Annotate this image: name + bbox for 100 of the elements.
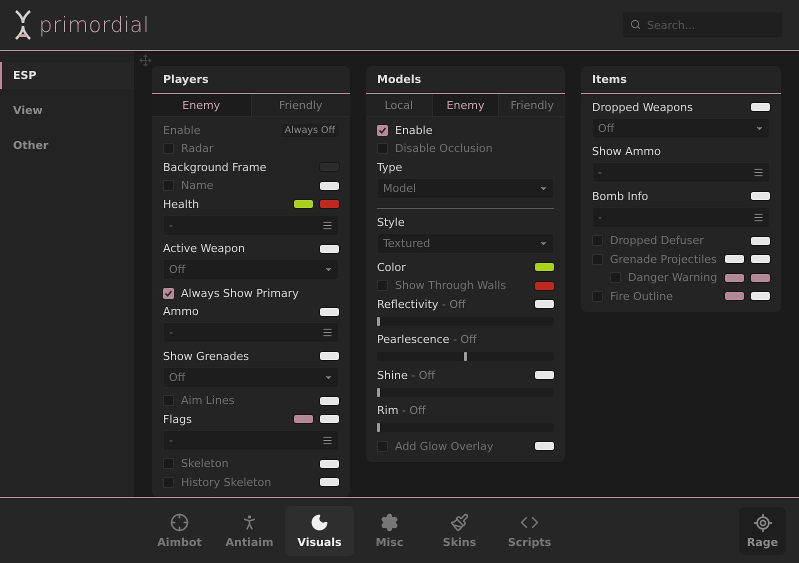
slider-label: Pearlescence - Off	[377, 333, 477, 346]
multi-select[interactable]: -	[163, 322, 339, 343]
checkbox-label: Dropped Defuser	[610, 234, 704, 248]
dropdown[interactable]: Off	[163, 366, 339, 388]
multi-select[interactable]: -	[163, 430, 339, 450]
list-icon	[322, 220, 333, 230]
nav-tab[interactable]: Aimbot	[145, 506, 214, 556]
color-swatch[interactable]	[294, 415, 313, 424]
slider-thumb[interactable]	[464, 352, 467, 361]
checkbox-label: Skeleton	[181, 457, 229, 470]
checkbox-label: Enable	[395, 124, 432, 137]
multi-select[interactable]: -	[592, 206, 770, 228]
sidebar-item[interactable]: View	[0, 97, 134, 124]
moon-icon	[310, 512, 329, 532]
checkbox-label: Always Show Primary	[181, 286, 299, 300]
color-swatch[interactable]	[320, 182, 339, 190]
list-icon	[322, 434, 333, 446]
nav-tab[interactable]: Scripts	[495, 506, 564, 556]
row-label: Active Weapon	[163, 242, 245, 256]
caret-icon	[324, 265, 333, 274]
row-label: Bomb Info	[592, 190, 648, 203]
color-swatch[interactable]	[725, 255, 744, 264]
row-label: Enable	[163, 124, 200, 137]
keybind-badge[interactable]: Always Off	[280, 124, 339, 137]
row-label: Health	[163, 198, 200, 211]
color-swatch[interactable]	[320, 308, 339, 316]
color-swatch[interactable]	[294, 200, 313, 208]
color-swatch[interactable]	[751, 103, 770, 112]
row-label: Show Ammo	[592, 145, 661, 158]
list-icon	[322, 327, 333, 338]
color-swatch[interactable]	[535, 263, 554, 272]
checkbox-label: History Skeleton	[181, 476, 272, 489]
checkbox-label: Radar	[181, 142, 214, 156]
color-swatch[interactable]	[320, 200, 339, 208]
slider-track[interactable]	[377, 388, 554, 396]
sidebar-item[interactable]: Other	[0, 132, 134, 159]
multi-select[interactable]: -	[592, 162, 770, 183]
multi-select[interactable]: -	[163, 214, 339, 236]
checkbox-label: Grenade Projectiles	[610, 252, 717, 266]
color-swatch[interactable]	[320, 460, 339, 468]
row-label: Ammo	[163, 305, 199, 318]
nav-tab[interactable]: Misc	[355, 506, 424, 556]
checkbox-label: Disable Occlusion	[395, 142, 493, 156]
row-label: Type	[377, 160, 402, 174]
color-swatch[interactable]	[535, 300, 554, 308]
color-swatch[interactable]	[535, 371, 554, 380]
checkbox[interactable]	[163, 288, 174, 299]
crosshair-icon	[170, 512, 189, 532]
slider-track[interactable]	[377, 352, 554, 361]
checkbox-label: Fire Outline	[610, 290, 673, 303]
color-swatch[interactable]	[751, 236, 770, 245]
slider-thumb[interactable]	[377, 423, 380, 432]
checkbox-label: Aim Lines	[181, 394, 234, 408]
color-swatch[interactable]	[725, 274, 744, 282]
color-swatch[interactable]	[320, 244, 339, 253]
row-label: Flags	[163, 412, 192, 426]
row-label: Show Grenades	[163, 350, 249, 363]
crosshair-icon	[752, 512, 772, 532]
nav-tab[interactable]: Visuals	[285, 506, 354, 556]
checkbox[interactable]	[377, 124, 388, 136]
nav-tab[interactable]: Skins	[425, 506, 494, 556]
dropdown[interactable]: Off	[592, 118, 770, 138]
color-swatch[interactable]	[320, 396, 339, 405]
checkbox-label: Add Glow Overlay	[395, 440, 494, 453]
list-icon	[753, 167, 764, 178]
color-swatch[interactable]	[535, 442, 554, 450]
list-icon	[753, 212, 764, 222]
slider-track[interactable]	[377, 423, 554, 432]
slider-thumb[interactable]	[377, 388, 380, 396]
color-swatch[interactable]	[751, 255, 770, 264]
row-label: Background Frame	[163, 160, 266, 174]
color-swatch[interactable]	[751, 192, 770, 200]
color-swatch[interactable]	[535, 282, 554, 290]
tab[interactable]: Enemy	[432, 94, 500, 116]
brush-icon	[450, 512, 469, 532]
color-swatch[interactable]	[320, 478, 339, 486]
dropdown[interactable]: Model	[377, 178, 554, 198]
nav-tab[interactable]: Antiaim	[215, 506, 284, 556]
row-label: Style	[377, 216, 405, 230]
slider-track[interactable]	[377, 316, 554, 326]
slider-thumb[interactable]	[377, 316, 380, 326]
slider-label: Rim - Off	[377, 404, 426, 418]
search-icon	[630, 19, 641, 30]
dropdown[interactable]: Textured	[377, 233, 554, 254]
slider-label: Reflectivity - Off	[377, 298, 466, 311]
color-swatch[interactable]	[725, 292, 744, 300]
color-swatch[interactable]	[320, 415, 339, 424]
row-label: Color	[377, 260, 406, 274]
row-label: Dropped Weapons	[592, 100, 693, 114]
checkbox-label: Show Through Walls	[395, 279, 506, 292]
panel-title: Items	[581, 66, 781, 94]
checkbox-label: Name	[181, 179, 214, 192]
color-swatch[interactable]	[320, 352, 339, 360]
checkbox-label: Danger Warning	[628, 271, 718, 284]
color-swatch[interactable]	[751, 274, 770, 282]
color-swatch[interactable]	[751, 292, 770, 300]
caret-icon	[539, 239, 548, 248]
dropdown[interactable]: Off	[163, 259, 339, 280]
rage-button[interactable]: Rage	[739, 506, 786, 554]
logo-text: primordial	[39, 13, 150, 37]
